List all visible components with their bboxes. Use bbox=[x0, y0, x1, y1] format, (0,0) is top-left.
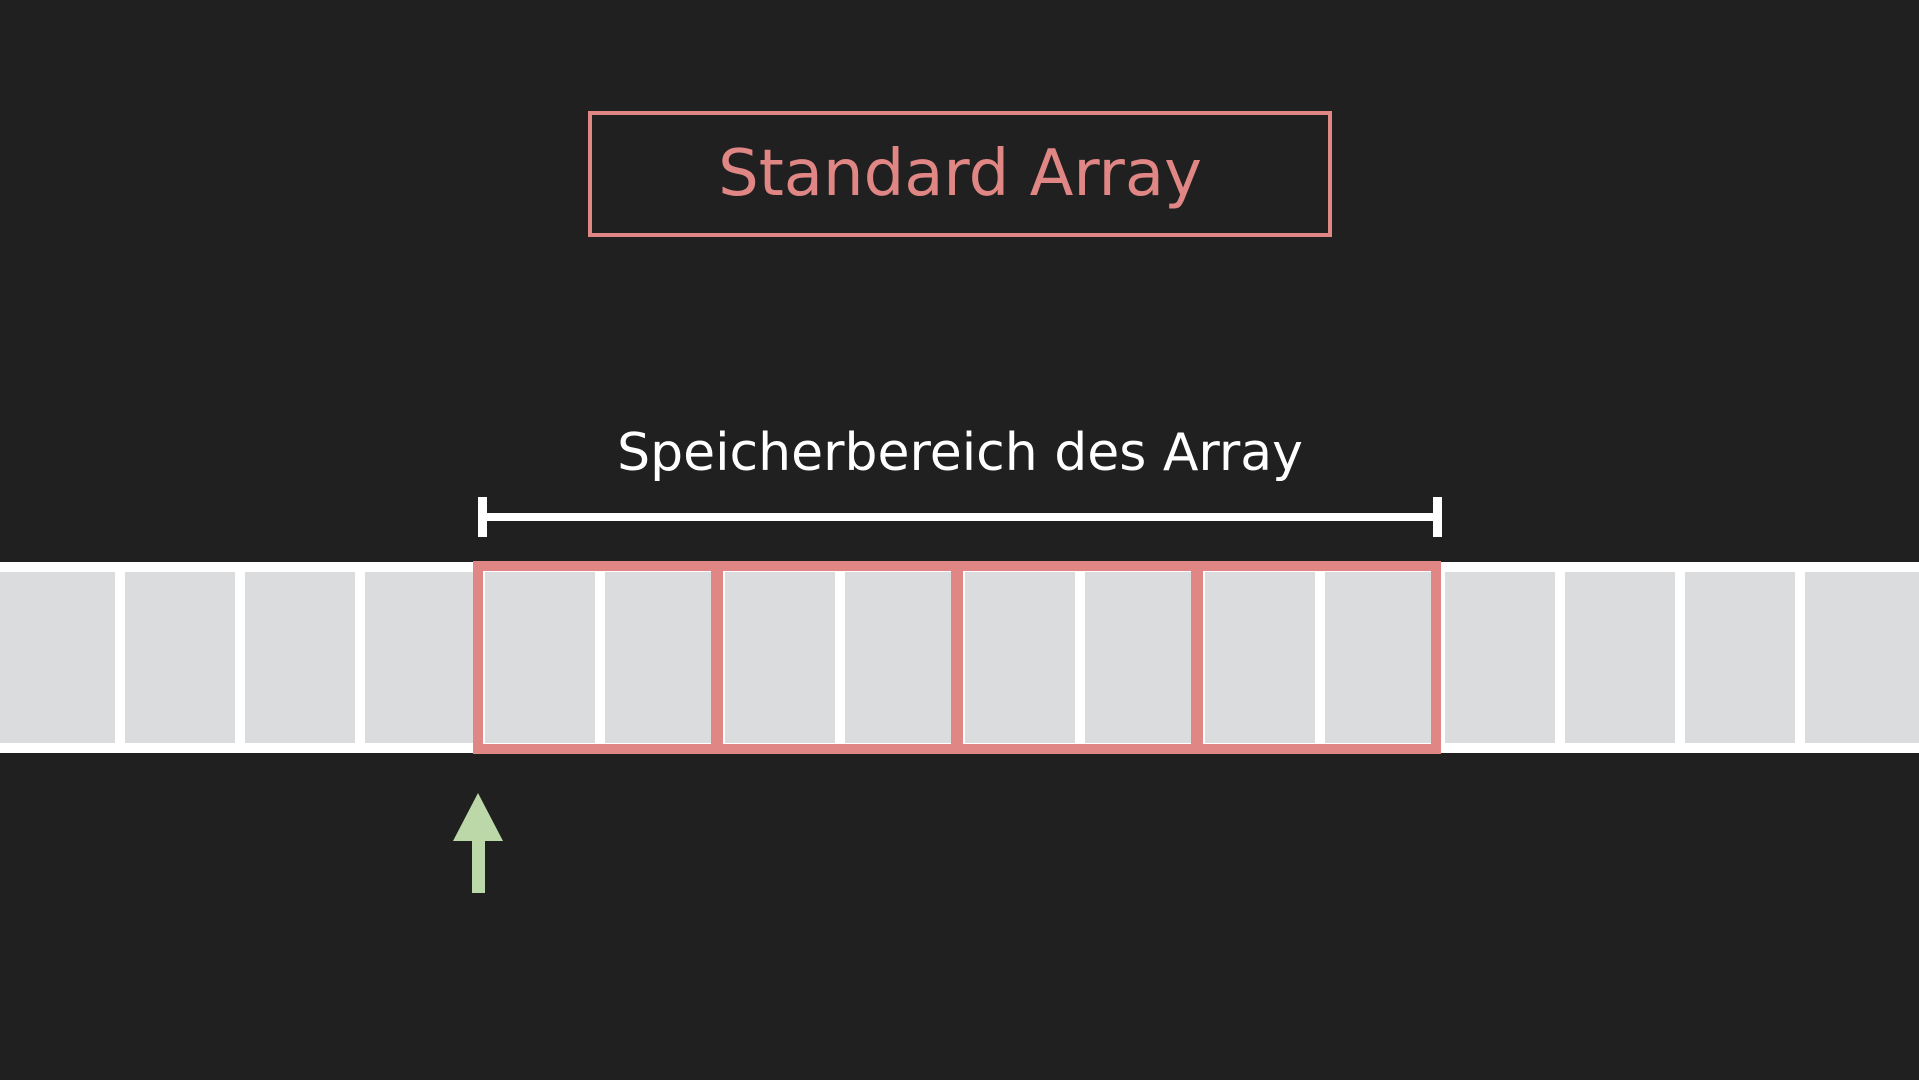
memory-cell-divider bbox=[235, 565, 245, 750]
memory-cell-divider bbox=[1555, 565, 1565, 750]
range-bracket bbox=[478, 497, 1442, 537]
range-bracket-line bbox=[482, 513, 1438, 521]
memory-cell-divider bbox=[115, 565, 125, 750]
memory-cell-divider bbox=[355, 565, 365, 750]
memory-cell-divider bbox=[1315, 565, 1325, 750]
memory-cell-divider bbox=[835, 565, 845, 750]
pointer-arrow-shaft bbox=[472, 840, 485, 893]
arrow-up-icon bbox=[453, 793, 503, 893]
memory-cell-divider bbox=[595, 565, 605, 750]
memory-diagram bbox=[0, 497, 1919, 893]
range-bracket-left-cap bbox=[478, 497, 487, 537]
range-bracket-right-cap bbox=[1433, 497, 1442, 537]
diagram-canvas: Standard Array Speicherbereich des Array bbox=[0, 0, 1919, 1080]
memory-cell-divider bbox=[1795, 565, 1805, 750]
memory-cell-divider bbox=[1675, 565, 1685, 750]
pointer-arrow-head bbox=[453, 793, 503, 841]
memory-cell-divider bbox=[1075, 565, 1085, 750]
